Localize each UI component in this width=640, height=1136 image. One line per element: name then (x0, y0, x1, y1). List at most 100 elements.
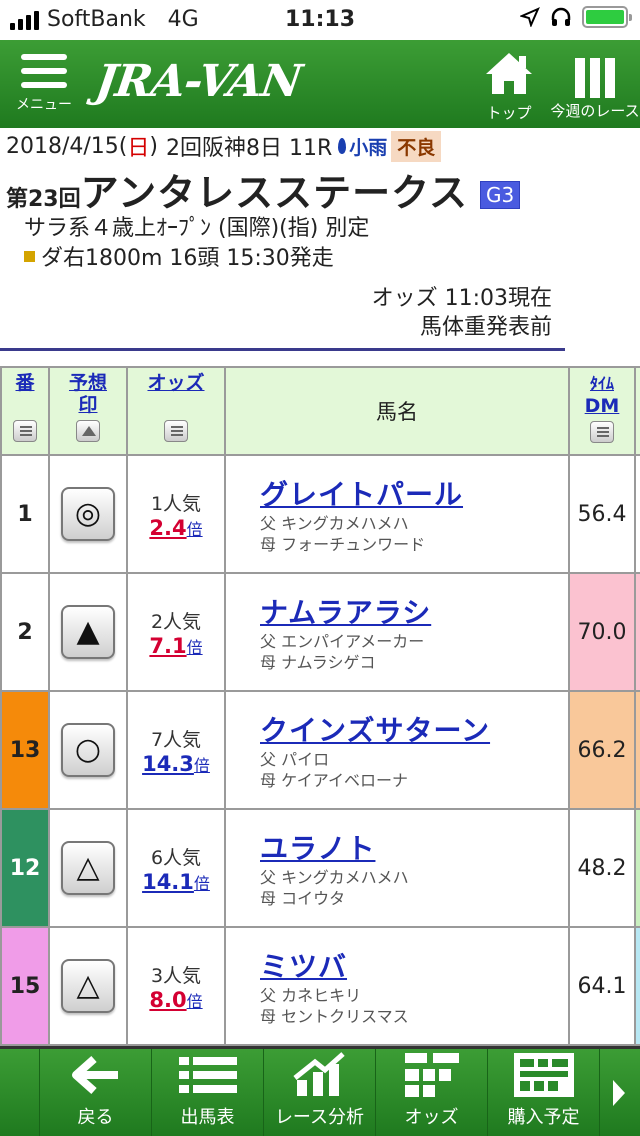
ticket-icon (513, 1053, 574, 1097)
horse-number: 1 (0, 454, 50, 574)
sort-menu-icon[interactable] (164, 420, 188, 442)
sire: 父 キングカメハメハ (260, 868, 409, 887)
toolbar-left-edge (0, 1049, 40, 1136)
horse-name-link[interactable]: ナムラアラシ (260, 591, 568, 631)
time-header-line2: DM (584, 395, 620, 417)
prediction-mark-button[interactable]: △ (61, 841, 115, 895)
this-week-races-button[interactable]: 今週のレース (550, 50, 640, 121)
weather-text: 小雨 (349, 136, 388, 159)
odds-unit: 倍 (186, 637, 203, 657)
home-icon (486, 53, 532, 94)
table-header-row: 番 予想印 オッズ 馬名 ﾀｲﾑ DM (0, 366, 640, 456)
odds-unit: 倍 (186, 519, 203, 539)
toolbar-next-button[interactable] (600, 1049, 638, 1136)
horse-cell: ユラノト父 キングカメハメハ母 コイウタ (224, 808, 570, 928)
col-extra (634, 366, 640, 456)
race-class: サラ系４歳上ｵｰﾌﾟﾝ (国際)(指) 別定 (24, 216, 370, 241)
status-bar: SoftBank 4G 11:13 (0, 0, 640, 40)
extra-cell (634, 572, 640, 692)
horse-number: 2 (0, 572, 50, 692)
odds-link[interactable]: 8.0 (149, 988, 186, 1012)
sort-ban-link[interactable]: 番 (2, 372, 48, 394)
battery-icon (582, 6, 632, 28)
race-analysis-button[interactable]: レース分析 (264, 1049, 376, 1136)
horse-name-link[interactable]: ユラノト (260, 827, 568, 867)
time-header-line1: ﾀｲﾑ (589, 374, 614, 393)
menu-label: メニュー (16, 97, 72, 113)
race-meta-line: 2018/4/15(日) 2回阪神8日 11R 小雨 不良 (6, 130, 442, 162)
prediction-mark-button[interactable]: ◎ (61, 487, 115, 541)
purchase-plan-button[interactable]: 購入予定 (488, 1049, 600, 1136)
weather: 小雨 (338, 133, 387, 160)
chevron-right-icon (613, 1079, 625, 1106)
sort-odds-link[interactable]: オッズ (128, 372, 224, 394)
prediction-mark-button[interactable]: △ (61, 959, 115, 1013)
extra-cell (634, 454, 640, 574)
prediction-mark-button[interactable]: ▲ (61, 605, 115, 659)
col-odds: オッズ (126, 366, 226, 456)
odds-link[interactable]: 14.3 (142, 752, 194, 776)
this-week-label: 今週のレース (550, 102, 640, 120)
sort-mark-link[interactable]: 予想印 (50, 372, 126, 416)
dam: 母 ナムラシゲコ (260, 653, 376, 672)
sire: 父 パイロ (260, 750, 330, 769)
time-dm-value: 48.2 (568, 808, 636, 928)
dam: 母 フォーチュンワード (260, 535, 426, 554)
mark-cell: △ (48, 926, 128, 1046)
odds-grid-icon (404, 1053, 459, 1097)
table-row: 13 ○ 7人気 14.3倍 クインズサターン父 パイロ母 ケイアイベローナ 66… (0, 690, 640, 810)
popularity: 1人気 (150, 492, 202, 515)
menu-button[interactable]: メニュー (12, 54, 76, 126)
odds-link[interactable]: 7.1 (149, 634, 186, 658)
sort-up-icon[interactable] (76, 420, 100, 442)
top-label: トップ (486, 104, 532, 122)
extra-cell (634, 808, 640, 928)
odds-unit: 倍 (186, 991, 203, 1011)
headphones-icon (551, 7, 571, 26)
popularity: 6人気 (150, 846, 202, 869)
dam: 母 セントクリスマス (260, 1007, 409, 1026)
col-time-dm: ﾀｲﾑ DM (568, 366, 636, 456)
odds-link[interactable]: 14.1 (142, 870, 194, 894)
grade-badge: G3 (479, 181, 521, 209)
weight-status: 馬体重発表前 (419, 315, 552, 340)
sort-time-dm-link[interactable]: ﾀｲﾑ DM (570, 372, 634, 417)
dam: 母 コイウタ (260, 889, 346, 908)
dam: 母 ケイアイベローナ (260, 771, 408, 790)
time-dm-value: 66.2 (568, 690, 636, 810)
entries-button[interactable]: 出馬表 (152, 1049, 264, 1136)
horse-name-link[interactable]: クインズサターン (260, 709, 568, 749)
horse-cell: クインズサターン父 パイロ母 ケイアイベローナ (224, 690, 570, 810)
time-dm-value: 64.1 (568, 926, 636, 1046)
horse-name-link[interactable]: ミツバ (260, 945, 568, 985)
prediction-mark-button[interactable]: ○ (61, 723, 115, 777)
odds-time: オッズ 11:03現在 (371, 286, 552, 311)
col-mark: 予想印 (48, 366, 128, 456)
rain-drop-icon (338, 138, 347, 154)
mark-cell: ◎ (48, 454, 128, 574)
table-row: 2 ▲ 2人気 7.1倍 ナムラアラシ父 エンパイアメーカー母 ナムラシゲコ 70… (0, 572, 640, 692)
odds-cell: 6人気 14.1倍 (126, 808, 226, 928)
odds-button[interactable]: オッズ (376, 1049, 488, 1136)
back-button[interactable]: 戻る (40, 1049, 152, 1136)
extra-cell (634, 690, 640, 810)
popularity: 7人気 (150, 728, 202, 751)
odds-cell: 1人気 2.4倍 (126, 454, 226, 574)
race-distance-text: ダ右1800m 16頭 15:30発走 (41, 246, 334, 271)
mark-cell: ○ (48, 690, 128, 810)
track-condition-badge: 不良 (391, 130, 442, 162)
extra-cell (634, 926, 640, 1046)
sort-menu-icon[interactable] (13, 420, 37, 442)
sire: 父 エンパイアメーカー (260, 632, 425, 651)
popularity: 3人気 (150, 964, 202, 987)
odds-unit: 倍 (193, 755, 210, 775)
horse-name-link[interactable]: グレイトパール (260, 473, 568, 513)
odds-link[interactable]: 2.4 (149, 516, 186, 540)
sort-menu-icon[interactable] (590, 421, 614, 443)
race-analysis-label: レース分析 (274, 1107, 365, 1128)
mark-header-line2: 印 (78, 394, 98, 416)
app-header: メニュー JRA-VAN トップ 今週のレース (0, 40, 640, 128)
table-row: 12 △ 6人気 14.1倍 ユラノト父 キングカメハメハ母 コイウタ 48.2 (0, 808, 640, 928)
race-info: 2018/4/15(日) 2回阪神8日 11R 小雨 不良 第23回 アンタレス… (0, 128, 640, 353)
top-button[interactable]: トップ (478, 50, 540, 123)
